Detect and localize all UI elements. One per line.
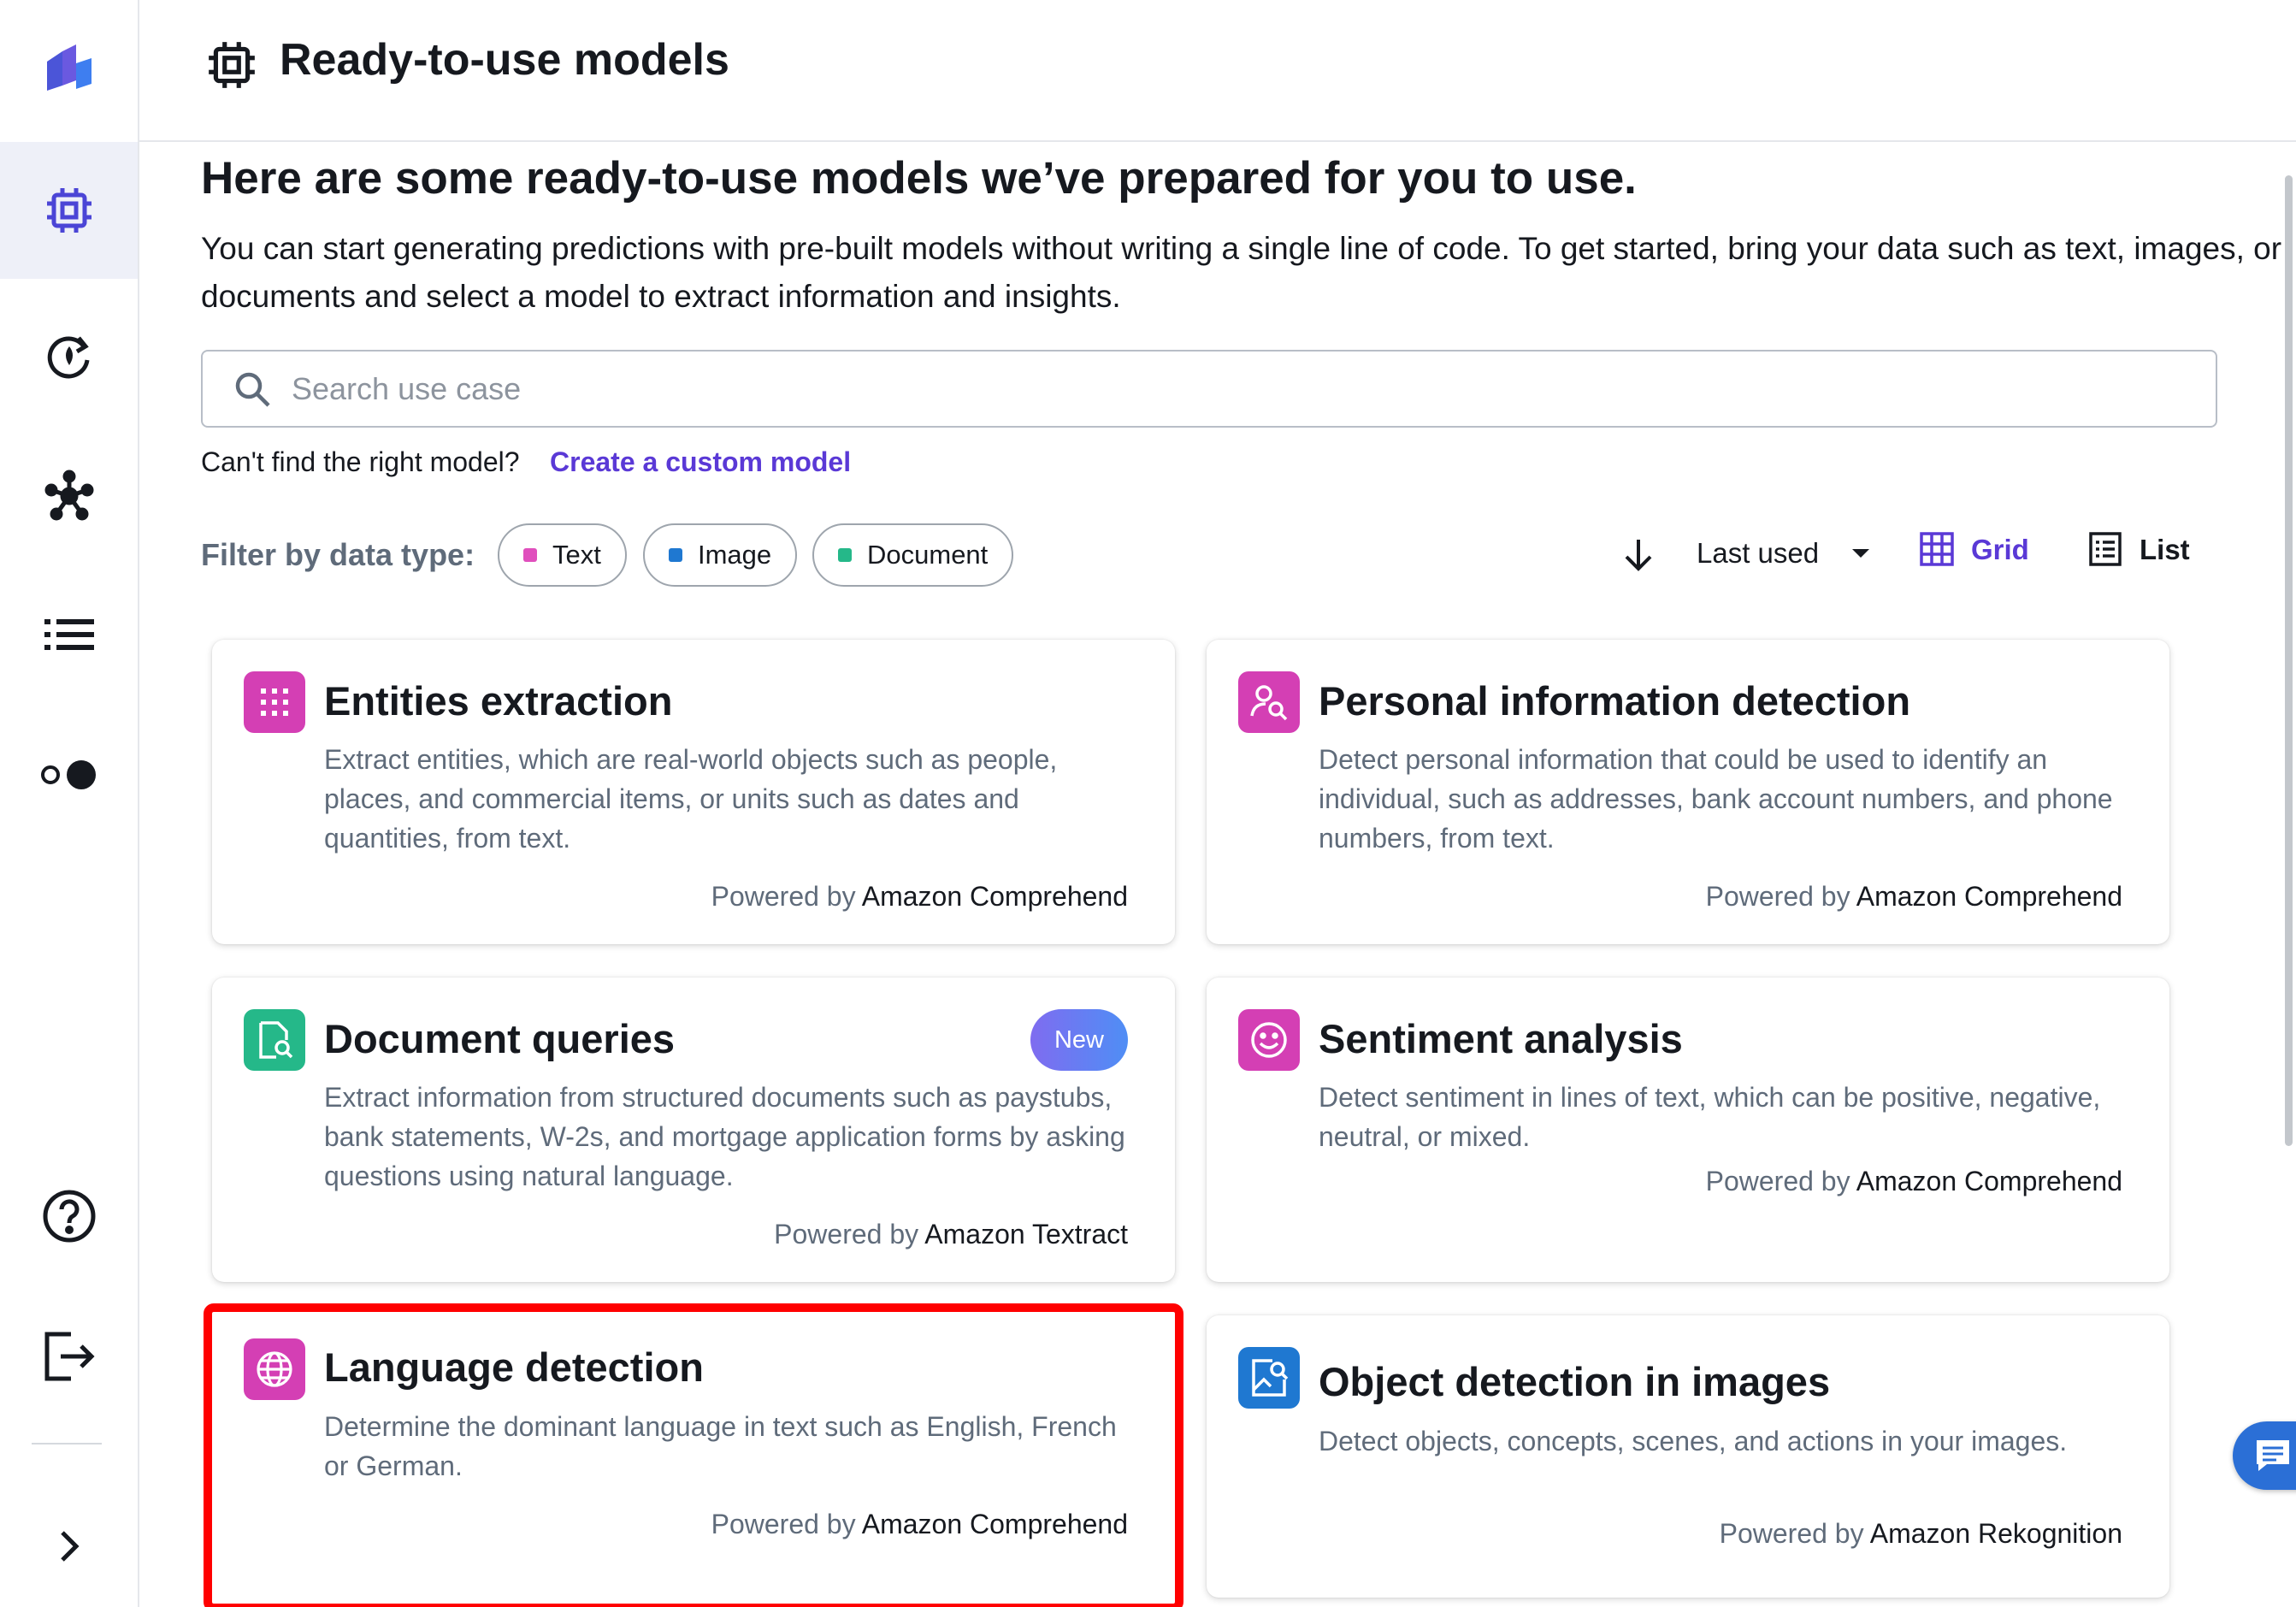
help-icon (41, 1188, 97, 1244)
card-powered-by: Powered by Amazon Textract (774, 1219, 1128, 1250)
card-description: Extract entities, which are real-world o… (324, 744, 1058, 854)
powered-prefix: Powered by (1705, 881, 1850, 912)
create-custom-model-link[interactable]: Create a custom model (550, 446, 851, 478)
powered-prefix: Powered by (711, 881, 856, 912)
powered-prefix: Powered by (1705, 1166, 1850, 1196)
service-name: Amazon Comprehend (1856, 881, 2122, 912)
card-title: Object detection in images (1319, 1359, 1831, 1404)
card-powered-by: Powered by Amazon Rekognition (1720, 1518, 2122, 1550)
app-root: Ready-to-use models Here are some ready-… (0, 0, 2296, 1607)
sidebar-item-sign-out[interactable] (0, 1288, 138, 1425)
sign-out-icon (42, 1329, 97, 1384)
sidebar-item-toggle[interactable] (0, 706, 138, 843)
list-view-icon[interactable] (2088, 531, 2122, 571)
search-input[interactable] (292, 363, 2173, 415)
document-dot-icon (838, 548, 852, 562)
filter-chip-document[interactable]: Document (812, 523, 1014, 587)
filter-chip-text[interactable]: Text (498, 523, 627, 587)
image-search-icon (1238, 1347, 1300, 1409)
sidebar (0, 0, 139, 1607)
list-view-button[interactable]: List (2140, 534, 2190, 566)
page-description: You can start generating predictions wit… (201, 231, 2282, 314)
service-name: Amazon Comprehend (1856, 1166, 2122, 1196)
model-card-personal-information-detection[interactable]: Personal information detection Detect pe… (1207, 640, 2169, 944)
card-description: Detect sentiment in lines of text, which… (1319, 1082, 2101, 1152)
card-powered-by: Powered by Amazon Comprehend (1706, 1166, 2122, 1197)
chip-label: Text (552, 540, 601, 570)
card-title: Document queries (324, 1016, 676, 1061)
image-dot-icon (669, 548, 682, 562)
service-name: Amazon Comprehend (861, 881, 1128, 912)
header-title: Ready-to-use models (280, 35, 729, 85)
chip-label: Document (867, 540, 989, 570)
document-search-icon (244, 1009, 305, 1071)
search-box[interactable] (201, 350, 2217, 428)
service-name: Amazon Rekognition (1869, 1518, 2122, 1549)
card-powered-by: Powered by Amazon Comprehend (711, 1509, 1128, 1540)
cant-find-text: Can't find the right model? (201, 446, 520, 477)
main-content: Here are some ready-to-use models we’ve … (139, 144, 2296, 1607)
card-powered-by: Powered by Amazon Comprehend (711, 881, 1128, 913)
chip-icon (44, 185, 95, 236)
network-icon (43, 470, 96, 523)
model-card-sentiment-analysis[interactable]: Sentiment analysis Detect sentiment in l… (1207, 978, 2169, 1282)
globe-icon (244, 1338, 305, 1400)
card-title: Language detection (324, 1344, 704, 1390)
chat-button[interactable] (2233, 1421, 2296, 1490)
chevron-right-icon (52, 1529, 86, 1563)
card-title: Personal information detection (1319, 678, 1911, 724)
search-icon (233, 370, 271, 412)
sidebar-item-ready-to-use-models[interactable] (0, 142, 138, 279)
grid-view-button[interactable]: Grid (1971, 534, 2029, 566)
model-card-document-queries[interactable]: Document queries New Extract information… (212, 978, 1175, 1282)
chip-icon (205, 38, 258, 96)
service-name: Amazon Textract (924, 1219, 1128, 1250)
model-card-language-detection[interactable]: Language detection Determine the dominan… (204, 1303, 1183, 1607)
page-title: Here are some ready-to-use models we’ve … (201, 153, 1637, 204)
powered-prefix: Powered by (774, 1219, 919, 1250)
card-title: Sentiment analysis (1319, 1016, 1683, 1061)
chat-icon (2257, 1440, 2289, 1471)
caret-down-icon[interactable] (1850, 546, 1871, 564)
card-description: Detect objects, concepts, scenes, and ac… (1319, 1426, 2068, 1456)
toggle-icon (38, 756, 100, 794)
list-icon (43, 616, 96, 653)
text-dot-icon (523, 548, 537, 562)
sidebar-item-refresh[interactable] (0, 287, 138, 424)
sidebar-item-network[interactable] (0, 428, 138, 564)
card-title: Entities extraction (324, 678, 673, 724)
service-name: Amazon Comprehend (861, 1509, 1128, 1539)
refresh-icon (43, 329, 96, 382)
model-card-object-detection[interactable]: Object detection in images Detect object… (1207, 1315, 2169, 1598)
filter-chip-image[interactable]: Image (643, 523, 798, 587)
powered-prefix: Powered by (1719, 1518, 1864, 1549)
filter-label: Filter by data type: (201, 537, 475, 572)
card-description: Extract information from structured docu… (324, 1082, 1125, 1191)
model-card-entities-extraction[interactable]: Entities extraction Extract entities, wh… (212, 640, 1175, 944)
chip-label: Image (698, 540, 772, 570)
app-logo-icon[interactable] (0, 0, 138, 137)
card-description: Detect personal information that could b… (1319, 744, 2113, 854)
smiley-icon (1238, 1009, 1300, 1071)
card-description: Determine the dominant language in text … (324, 1411, 1117, 1481)
entities-icon (244, 671, 305, 733)
card-powered-by: Powered by Amazon Comprehend (1706, 881, 2122, 913)
sort-direction-icon[interactable] (1621, 536, 1656, 578)
vertical-scrollbar[interactable] (2285, 175, 2293, 1146)
sidebar-item-help[interactable] (0, 1148, 138, 1285)
sidebar-item-list[interactable] (0, 566, 138, 703)
sort-select[interactable]: Last used (1697, 537, 1819, 570)
sidebar-expand-button[interactable] (0, 1478, 138, 1607)
person-search-icon (1238, 671, 1300, 733)
sidebar-divider (32, 1443, 102, 1445)
grid-icon[interactable] (1919, 531, 1955, 571)
new-badge: New (1030, 1009, 1128, 1071)
page-header: Ready-to-use models (139, 0, 2296, 142)
powered-prefix: Powered by (711, 1509, 856, 1539)
